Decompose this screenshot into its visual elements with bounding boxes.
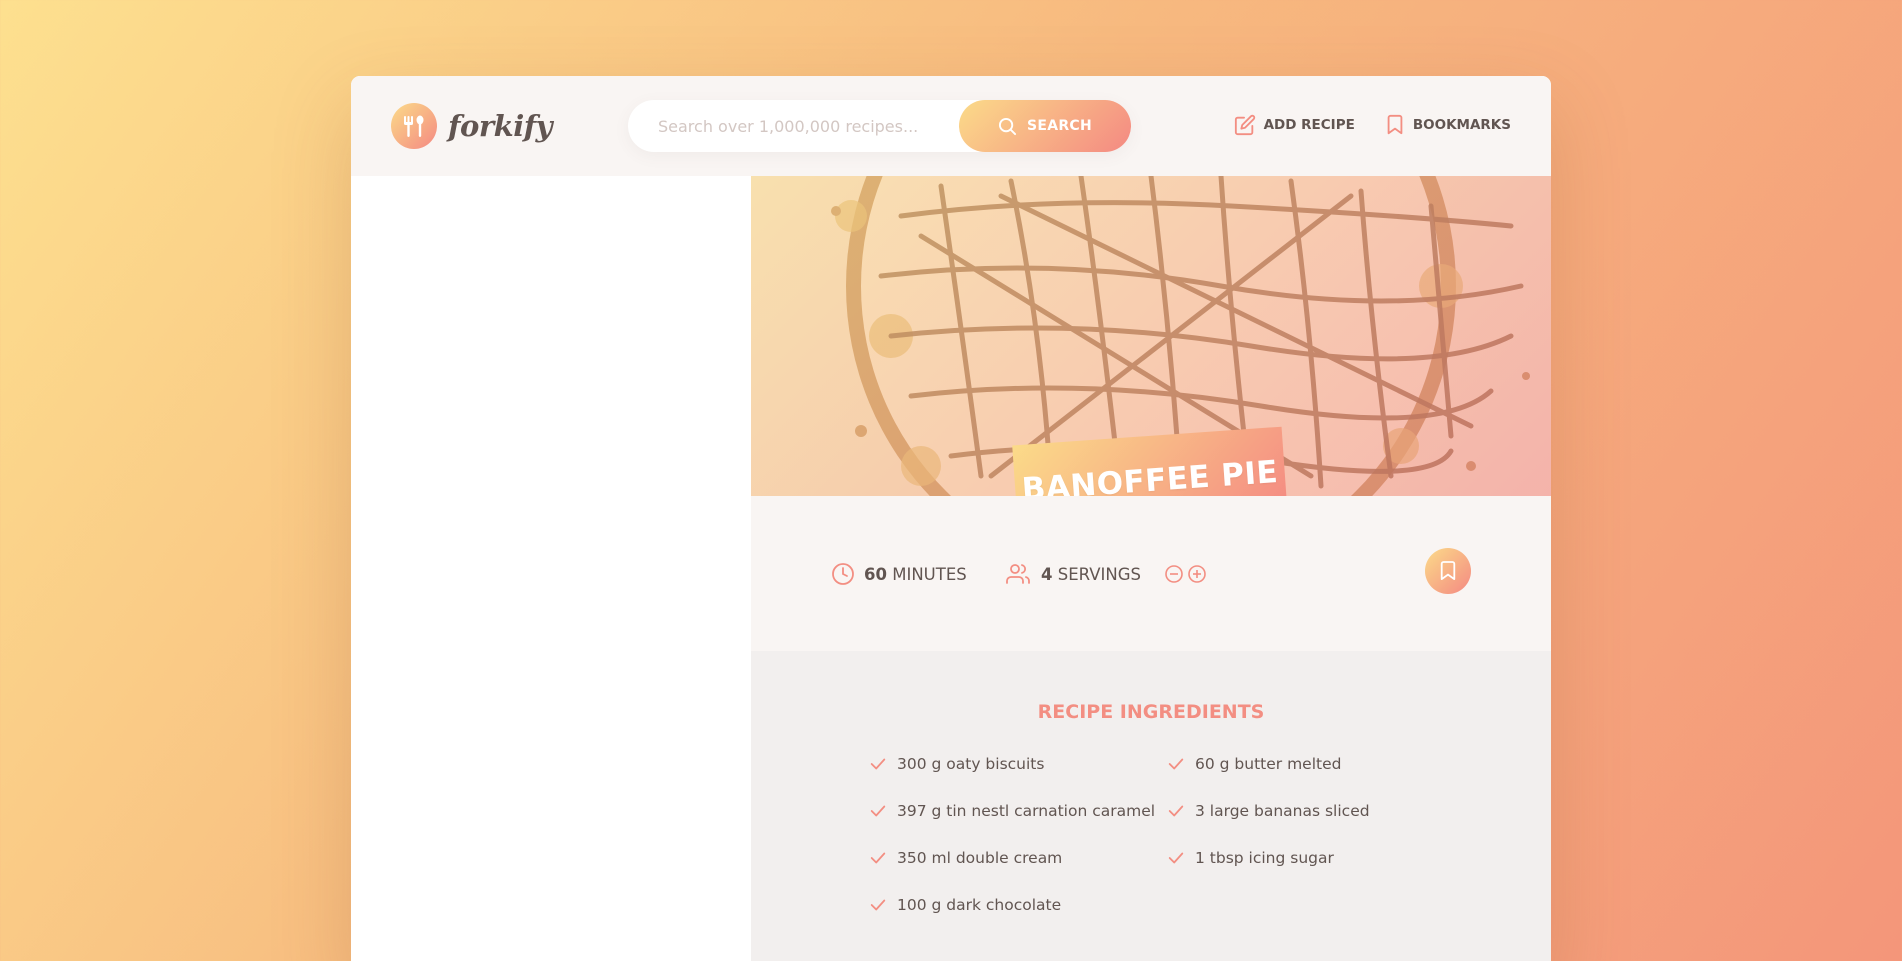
recipe-details: 60 MINUTES 4 SERVINGS [751,496,1551,651]
ingredient-text: 60 g butter melted [1195,755,1342,773]
search-bar: SEARCH [628,100,1131,152]
fork-spoon-icon [391,103,437,149]
plus-circle-icon[interactable] [1187,564,1207,584]
ingredient-text: 350 ml double cream [897,849,1063,867]
check-icon [869,802,887,820]
check-icon [1167,755,1185,773]
check-icon [869,755,887,773]
check-icon [1167,802,1185,820]
logo[interactable]: forkify [391,103,553,149]
ingredient-item: 3 large bananas sliced [1167,802,1370,820]
ingredient-item: 397 g tin nestl carnation caramel [869,802,1155,820]
app-container: forkify SEARCH [351,76,1551,961]
search-results-panel [351,176,751,961]
search-input[interactable] [628,100,958,152]
ingredient-text: 397 g tin nestl carnation caramel [897,802,1156,820]
check-icon [1167,849,1185,867]
ingredient-text: 300 g oaty biscuits [897,755,1045,773]
header: forkify SEARCH [351,76,1551,176]
bookmark-icon [1385,114,1405,136]
ingredient-item: 100 g dark chocolate [869,896,1061,914]
ingredient-text: 3 large bananas sliced [1195,802,1370,820]
clock-icon [831,562,855,586]
ingredient-text: 100 g dark chocolate [897,896,1062,914]
servings-info: 4 SERVINGS [1006,562,1207,586]
ingredient-item: 300 g oaty biscuits [869,755,1044,773]
ingredient-item: 350 ml double cream [869,849,1062,867]
cooking-time-value: 60 [864,564,887,584]
ingredient-item: 60 g butter melted [1167,755,1341,773]
app-name: forkify [448,109,553,143]
search-button[interactable]: SEARCH [959,100,1131,152]
check-icon [869,849,887,867]
minus-circle-icon[interactable] [1164,564,1184,584]
servings-stepper [1164,564,1207,584]
ingredients-heading: RECIPE INGREDIENTS [1037,701,1265,723]
cooking-time-info: 60 MINUTES [831,562,967,586]
header-nav: ADD RECIPE BOOKMARKS [1234,114,1511,136]
bookmark-recipe-button[interactable] [1425,548,1471,594]
servings-value: 4 [1041,564,1053,584]
recipe-ingredients: RECIPE INGREDIENTS 300 g oaty biscuits 6… [751,651,1551,961]
ingredient-item: 1 tbsp icing sugar [1167,849,1334,867]
bookmarks-button[interactable]: BOOKMARKS [1385,114,1511,136]
bookmarks-label: BOOKMARKS [1412,117,1511,133]
search-button-label: SEARCH [1026,118,1093,134]
check-icon [869,896,887,914]
edit-icon [1234,114,1256,136]
cooking-time-unit: MINUTES [892,564,967,584]
ingredient-text: 1 tbsp icing sugar [1195,849,1334,867]
search-icon [998,117,1017,136]
add-recipe-label: ADD RECIPE [1263,117,1355,133]
users-icon [1006,562,1032,586]
bookmark-icon [1439,560,1457,582]
servings-unit: SERVINGS [1057,564,1141,584]
add-recipe-button[interactable]: ADD RECIPE [1234,114,1355,136]
